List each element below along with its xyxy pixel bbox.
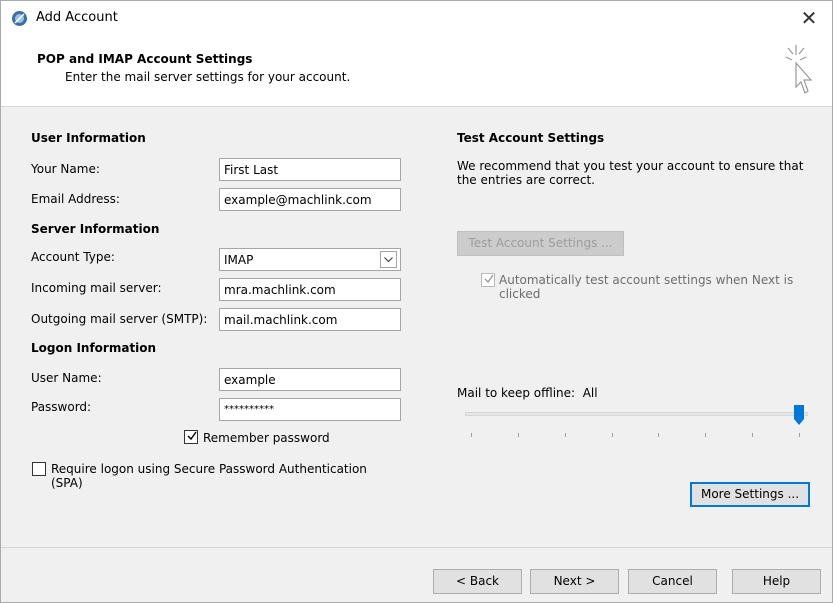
server-information-heading: Server Information: [31, 222, 160, 236]
slider-tick: [658, 433, 660, 437]
your-name-label: Your Name:: [31, 162, 100, 176]
remember-password-label: Remember password: [203, 431, 330, 445]
mail-offline-label-text: Mail to keep offline:: [457, 386, 576, 400]
more-settings-button[interactable]: More Settings ...: [690, 482, 810, 507]
checkmark-icon: [484, 274, 494, 284]
auto-test-label: Automatically test account settings when…: [499, 273, 794, 301]
slider-tick: [517, 433, 519, 437]
slider-tick: [471, 433, 472, 437]
next-button[interactable]: Next >: [530, 569, 619, 594]
spa-label: Require logon using Secure Password Auth…: [51, 462, 367, 490]
header-title: POP and IMAP Account Settings: [37, 52, 253, 66]
cursor-click-icon: [785, 45, 813, 94]
outlook-app-icon: [12, 11, 27, 26]
mail-offline-label: Mail to keep offline: All: [457, 386, 598, 400]
cancel-button[interactable]: Cancel: [628, 569, 717, 594]
add-account-dialog: Add Account ✕ POP and IMAP Account Setti…: [0, 0, 833, 603]
test-account-settings-heading: Test Account Settings: [457, 131, 605, 145]
close-button[interactable]: ✕: [786, 1, 832, 35]
incoming-mail-server-label: Incoming mail server:: [31, 281, 162, 295]
account-type-label: Account Type:: [31, 250, 115, 264]
test-account-settings-button[interactable]: Test Account Settings ...: [457, 231, 624, 256]
window-title: Add Account: [36, 10, 118, 25]
user-name-input[interactable]: example: [219, 368, 401, 391]
outgoing-mail-server-label: Outgoing mail server (SMTP):: [31, 312, 208, 326]
user-name-label: User Name:: [31, 371, 102, 385]
header-subtitle: Enter the mail server settings for your …: [65, 70, 351, 84]
slider-tick: [611, 433, 613, 437]
outgoing-mail-server-input[interactable]: mail.machlink.com: [219, 308, 401, 331]
your-name-input[interactable]: First Last: [219, 158, 401, 181]
mail-offline-slider-track[interactable]: [465, 412, 808, 416]
email-address-label: Email Address:: [31, 192, 120, 206]
slider-tick: [752, 433, 754, 437]
slider-tick: [799, 433, 800, 437]
dialog-header: POP and IMAP Account Settings Enter the …: [1, 35, 832, 107]
slider-tick: [564, 433, 566, 437]
spa-checkbox[interactable]: [32, 462, 46, 476]
help-button[interactable]: Help: [732, 569, 821, 594]
password-label: Password:: [31, 400, 92, 414]
footer-divider: [1, 547, 832, 548]
logon-information-heading: Logon Information: [31, 341, 157, 355]
close-icon: ✕: [800, 6, 818, 30]
slider-tick: [705, 433, 707, 437]
checkmark-icon: [187, 431, 197, 441]
mail-offline-slider-thumb[interactable]: [794, 405, 804, 425]
title-bar: Add Account ✕: [1, 1, 832, 35]
remember-password-checkbox[interactable]: [184, 430, 198, 444]
password-input[interactable]: **********: [219, 398, 401, 421]
chevron-down-icon: [384, 256, 393, 262]
email-address-input[interactable]: example@machlink.com: [219, 188, 401, 211]
test-account-description: We recommend that you test your account …: [457, 159, 804, 187]
incoming-mail-server-input[interactable]: mra.machlink.com: [219, 278, 401, 301]
account-type-value: IMAP: [224, 253, 254, 267]
mail-offline-value: All: [582, 386, 598, 400]
user-information-heading: User Information: [31, 131, 146, 145]
back-button[interactable]: < Back: [433, 569, 522, 594]
dropdown-arrow-button[interactable]: [380, 251, 397, 268]
auto-test-checkbox[interactable]: [481, 273, 495, 287]
account-type-select[interactable]: IMAP: [219, 248, 401, 271]
